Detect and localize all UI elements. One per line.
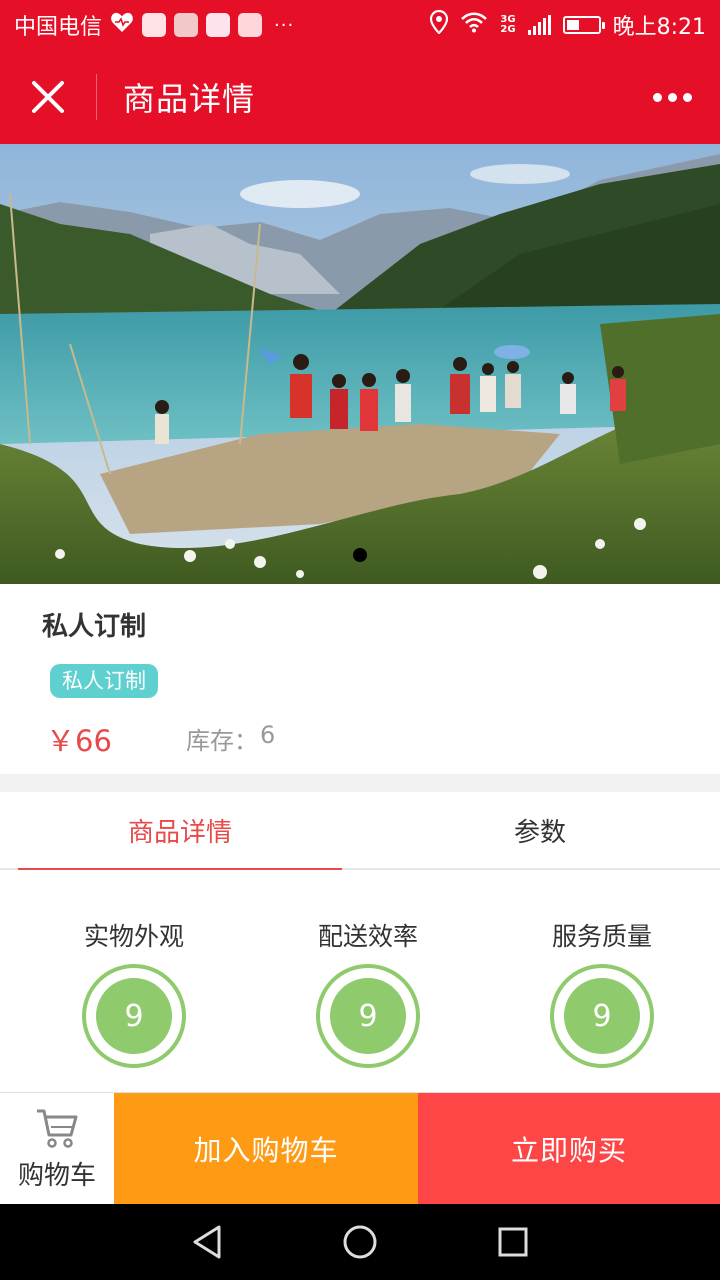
product-stock: 库存： 6 — [186, 721, 275, 756]
cart-label: 购物车 — [17, 1160, 96, 1191]
stock-value: 6 — [260, 721, 276, 749]
tab-product-detail[interactable]: 商品详情 — [0, 792, 360, 870]
more-button[interactable] — [653, 81, 692, 114]
recents-nav-button[interactable] — [483, 1212, 543, 1272]
stock-label: 库存： — [186, 727, 258, 755]
shopping-cart-icon — [37, 1109, 78, 1148]
action-bar: 购物车 加入购物车 立即购买 — [0, 1092, 720, 1205]
rating-score: 9 — [564, 978, 640, 1054]
signal-icon — [527, 15, 551, 35]
status-bar: 中国电信 ··· 3G 2G 晚上8:21 — [0, 0, 720, 50]
rating-ring: 9 — [82, 964, 186, 1068]
video-app-icon — [206, 13, 231, 37]
ratings-section: 实物外观 9 配送效率 9 服务质量 9 — [0, 870, 720, 1092]
carrier-label: 中国电信 — [14, 15, 103, 40]
rating-service: 服务质量 9 — [502, 920, 702, 1068]
close-icon — [32, 81, 64, 113]
title-divider — [96, 74, 97, 120]
huawei-app-icon — [174, 13, 199, 37]
back-icon — [193, 1225, 221, 1259]
heart-app-icon — [110, 11, 134, 39]
battery-fill — [566, 20, 579, 30]
page-title: 商品详情 — [123, 80, 256, 118]
toutiao-app-icon — [238, 13, 263, 37]
lake-mountain-photo — [0, 144, 720, 584]
status-overflow: ··· — [274, 14, 295, 36]
back-nav-button[interactable] — [177, 1212, 237, 1272]
product-tag: 私人订制 — [50, 664, 158, 698]
status-left: 中国电信 ··· — [14, 9, 294, 41]
rating-score: 9 — [330, 978, 406, 1054]
tab-params[interactable]: 参数 — [360, 792, 720, 868]
more-dots-icon — [653, 92, 662, 102]
map-app-icon — [142, 13, 167, 37]
battery-icon — [562, 16, 605, 34]
home-nav-button[interactable] — [330, 1212, 390, 1272]
rating-appearance: 实物外观 9 — [34, 920, 234, 1068]
status-time: 晚上8:21 — [612, 15, 706, 40]
rating-ring: 9 — [316, 964, 420, 1068]
close-button[interactable] — [0, 50, 96, 144]
rating-label: 服务质量 — [551, 922, 652, 951]
status-right: 3G 2G 晚上8:21 — [430, 9, 706, 41]
system-nav-bar — [0, 1204, 720, 1280]
location-icon — [430, 9, 449, 40]
product-info: 私人订制 私人订制 ￥66 库存： 6 — [0, 584, 720, 774]
product-banner[interactable] — [0, 144, 720, 584]
buy-now-button[interactable]: 立即购买 — [418, 1093, 720, 1205]
detail-tabs: 商品详情 参数 — [0, 792, 720, 870]
cart-button[interactable]: 购物车 — [0, 1093, 114, 1205]
banner-indicator-dot[interactable] — [352, 547, 368, 563]
rating-label: 配送效率 — [317, 922, 418, 951]
home-icon — [343, 1225, 377, 1259]
product-name: 私人订制 — [42, 612, 147, 642]
rating-label: 实物外观 — [83, 922, 184, 951]
add-to-cart-button[interactable]: 加入购物车 — [114, 1093, 418, 1205]
rating-score: 9 — [96, 978, 172, 1054]
network-type: 3G 2G — [500, 14, 516, 35]
wifi-icon — [460, 11, 488, 39]
product-price: ￥66 — [46, 724, 112, 758]
rating-delivery: 配送效率 9 — [268, 920, 468, 1068]
page: 中国电信 ··· 3G 2G 晚上8:21 商品详情 私人订制 私人订制 ￥66… — [0, 0, 720, 1280]
rating-ring: 9 — [550, 964, 654, 1068]
title-bar: 商品详情 — [0, 50, 720, 144]
recents-icon — [498, 1227, 528, 1257]
